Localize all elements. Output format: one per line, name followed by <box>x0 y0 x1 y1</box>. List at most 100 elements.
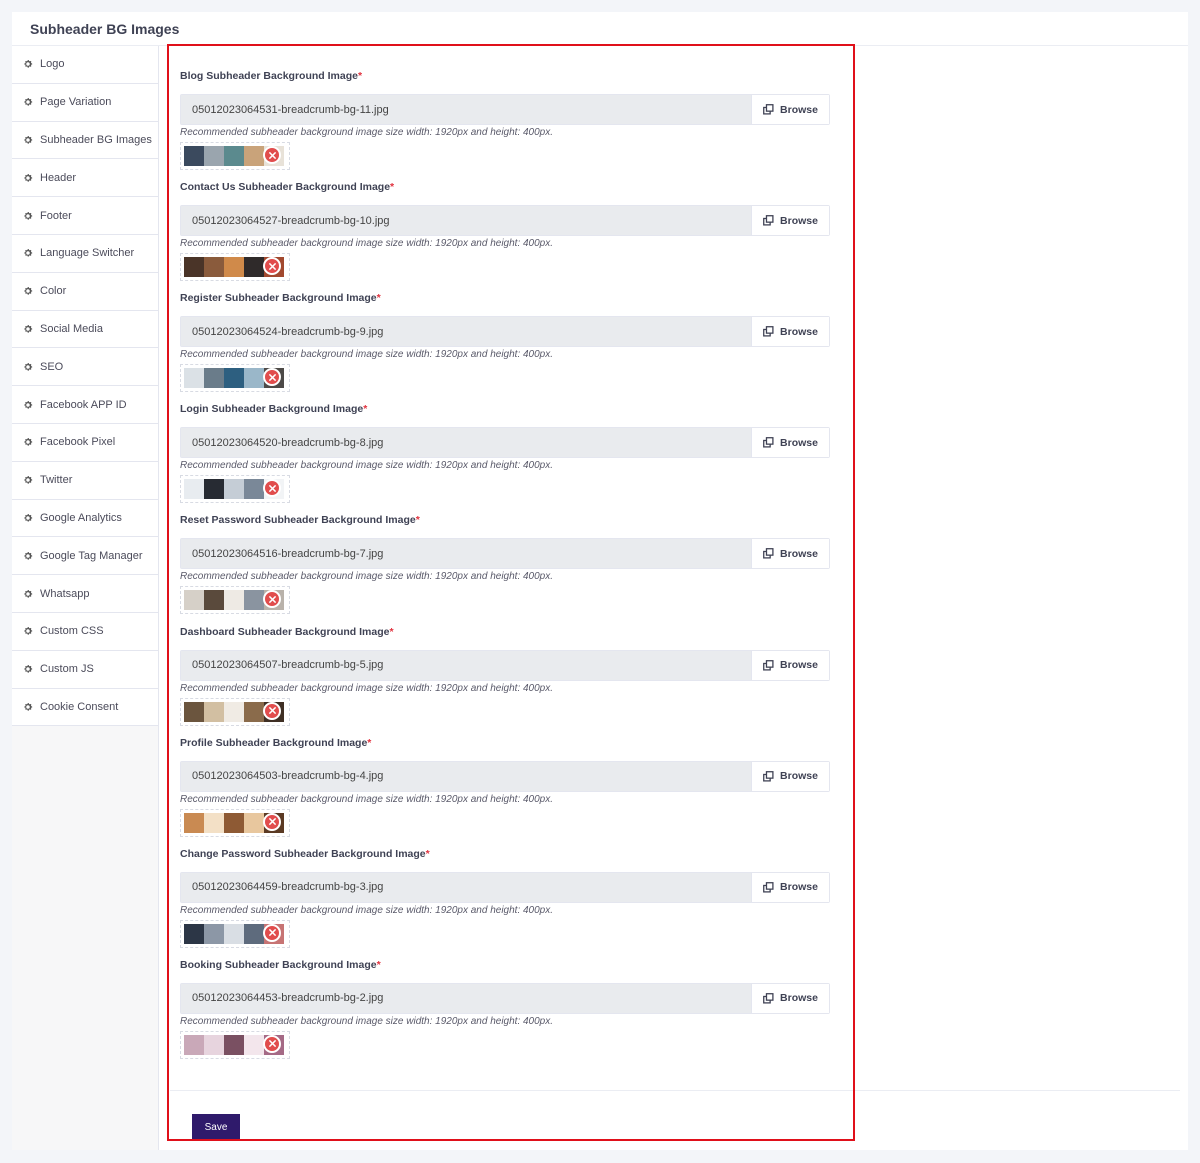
file-name-input[interactable]: 05012023064459-breadcrumb-bg-3.jpg <box>181 872 751 902</box>
file-input-group: 05012023064503-breadcrumb-bg-4.jpg Browse <box>180 760 830 792</box>
image-preview <box>180 364 290 393</box>
close-icon <box>268 1040 276 1048</box>
image-preview <box>180 475 290 504</box>
image-preview <box>180 1030 290 1059</box>
sidebar-item[interactable]: Footer <box>12 197 158 235</box>
sidebar-item[interactable]: Facebook APP ID <box>12 386 158 424</box>
remove-image-button[interactable] <box>263 812 281 831</box>
sidebar-item-label: Facebook Pixel <box>40 436 116 449</box>
browse-label: Browse <box>780 325 818 338</box>
field-label: Contact Us Subheader Background Image* <box>180 181 830 197</box>
save-button[interactable]: Save <box>192 1114 240 1140</box>
browse-button[interactable]: Browse <box>751 650 829 680</box>
browse-button[interactable]: Browse <box>751 872 829 902</box>
browse-button[interactable]: Browse <box>751 317 829 347</box>
required-mark: * <box>357 70 363 82</box>
field-label: Dashboard Subheader Background Image* <box>180 626 830 642</box>
gear-icon <box>24 60 33 68</box>
image-field: Login Subheader Background Image* 0501202… <box>180 403 830 504</box>
sidebar-item[interactable]: Cookie Consent <box>12 688 158 727</box>
sidebar-item[interactable]: Subheader BG Images <box>12 121 158 160</box>
sidebar-item[interactable]: Twitter <box>12 461 158 500</box>
size-hint: Recommended subheader background image s… <box>180 238 554 250</box>
file-name-input[interactable]: 05012023064507-breadcrumb-bg-5.jpg <box>181 650 751 680</box>
remove-image-button[interactable] <box>263 1034 281 1053</box>
sidebar-item[interactable]: Color <box>12 272 158 311</box>
copy-icon <box>763 992 774 1004</box>
sidebar-item[interactable]: Google Tag Manager <box>12 537 158 576</box>
sidebar-item[interactable]: Logo <box>12 46 158 84</box>
required-mark: * <box>390 181 395 194</box>
file-name-input[interactable]: 05012023064516-breadcrumb-bg-7.jpg <box>181 539 751 569</box>
sidebar-item-label: Subheader BG Images <box>40 133 152 146</box>
browse-label: Browse <box>780 436 818 449</box>
page-title: Subheader BG Images <box>30 21 180 37</box>
field-label-text: Change Password Subheader Background Ima… <box>180 847 426 860</box>
browse-button[interactable]: Browse <box>751 539 829 569</box>
field-label-text: Register Subheader Background Image <box>180 292 377 305</box>
gear-icon <box>24 362 33 371</box>
image-preview <box>180 586 290 615</box>
file-name-input[interactable]: 05012023064453-breadcrumb-bg-2.jpg <box>181 983 751 1013</box>
sidebar-item[interactable]: Social Media <box>12 310 158 349</box>
sidebar-item[interactable]: Header <box>12 159 158 198</box>
remove-image-button[interactable] <box>263 701 281 720</box>
field-label: Change Password Subheader Background Ima… <box>180 848 830 864</box>
file-input-group: 05012023064507-breadcrumb-bg-5.jpg Browse <box>180 649 830 681</box>
file-name-input[interactable]: 05012023064520-breadcrumb-bg-8.jpg <box>181 428 751 458</box>
file-input-group: 05012023064516-breadcrumb-bg-7.jpg Browse <box>180 538 830 570</box>
sidebar-item-label: Cookie Consent <box>40 700 119 713</box>
close-icon <box>268 151 276 159</box>
sidebar-item-label: Google Analytics <box>40 511 122 524</box>
sidebar-item[interactable]: Facebook Pixel <box>12 423 158 462</box>
sidebar-item[interactable]: Custom JS <box>12 650 158 689</box>
required-mark: * <box>425 847 430 860</box>
browse-button[interactable]: Browse <box>751 983 829 1013</box>
remove-image-button[interactable] <box>263 257 281 276</box>
sidebar-item[interactable]: Custom CSS <box>12 612 158 651</box>
browse-button[interactable]: Browse <box>751 428 829 458</box>
size-hint: Recommended subheader background image s… <box>180 349 554 361</box>
sidebar-item-label: Google Tag Manager <box>40 549 143 562</box>
image-preview <box>180 142 290 170</box>
file-name-input[interactable]: 05012023064531-breadcrumb-bg-11.jpg <box>181 95 751 124</box>
browse-button[interactable]: Browse <box>751 206 829 236</box>
gear-icon <box>24 551 33 560</box>
close-icon <box>268 818 276 826</box>
field-label-text: Contact Us Subheader Background Image <box>180 181 391 194</box>
size-hint: Recommended subheader background image s… <box>180 904 554 916</box>
remove-image-button[interactable] <box>263 923 281 942</box>
field-label: Profile Subheader Background Image* <box>180 737 830 753</box>
field-label: Reset Password Subheader Background Imag… <box>180 514 830 530</box>
sidebar-item[interactable]: Whatsapp <box>12 575 158 613</box>
sidebar-item[interactable]: Page Variation <box>12 83 158 122</box>
card-header: Subheader BG Images <box>12 12 1188 46</box>
file-name-input[interactable]: 05012023064524-breadcrumb-bg-9.jpg <box>181 317 751 347</box>
sidebar-item[interactable]: Google Analytics <box>12 499 158 538</box>
image-field: Contact Us Subheader Background Image* 05… <box>180 181 830 282</box>
browse-button[interactable]: Browse <box>751 95 829 124</box>
file-name-input[interactable]: 05012023064503-breadcrumb-bg-4.jpg <box>181 761 751 791</box>
remove-image-button[interactable] <box>263 146 281 164</box>
image-field: Blog Subheader Background Image* 05012023… <box>180 70 830 170</box>
gear-icon <box>24 589 33 598</box>
image-field: Register Subheader Background Image* 0501… <box>180 292 830 393</box>
sidebar-item-label: Color <box>40 285 67 298</box>
size-hint: Recommended subheader background image s… <box>180 793 554 805</box>
sidebar-item-label: Facebook APP ID <box>40 398 127 411</box>
copy-icon <box>763 770 774 782</box>
browse-button[interactable]: Browse <box>751 761 829 791</box>
field-label-text: Dashboard Subheader Background Image <box>180 625 390 638</box>
close-icon <box>268 595 276 603</box>
sidebar-item-label: Header <box>40 171 77 184</box>
sidebar-item[interactable]: Language Switcher <box>12 234 158 273</box>
file-name-input[interactable]: 05012023064527-breadcrumb-bg-10.jpg <box>181 206 751 236</box>
field-label: Register Subheader Background Image* <box>180 292 830 308</box>
settings-form: Save Blog Subheader Background Image* 050… <box>170 46 1188 1150</box>
sidebar-item-label: Whatsapp <box>40 587 90 600</box>
copy-icon <box>763 437 774 448</box>
gear-icon <box>24 438 33 446</box>
size-hint: Recommended subheader background image s… <box>180 682 554 694</box>
settings-card: Subheader BG Images Logo Page Variation Su… <box>12 12 1188 1150</box>
sidebar-item[interactable]: SEO <box>12 348 158 387</box>
